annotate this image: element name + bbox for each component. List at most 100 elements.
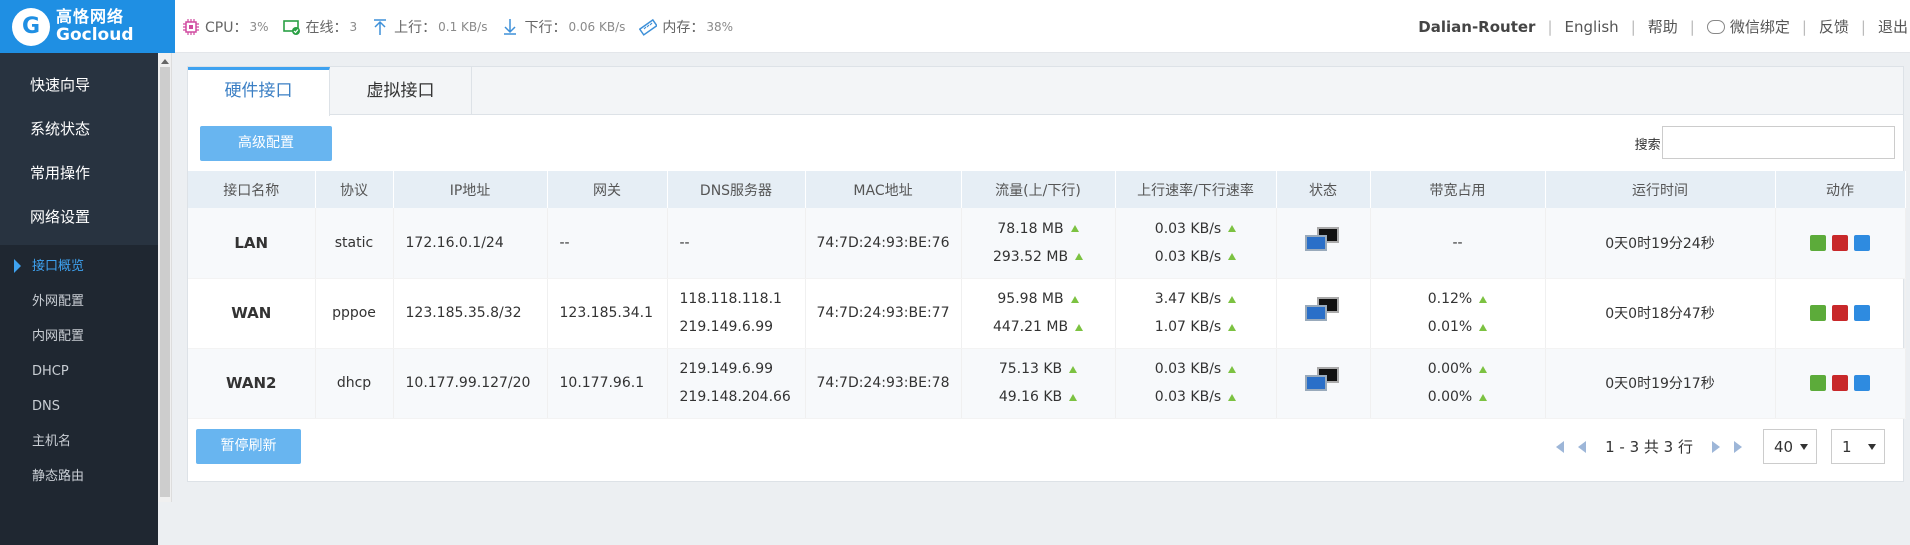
refresh-icon[interactable] (1810, 305, 1826, 321)
prev-page-icon[interactable] (1578, 440, 1587, 453)
mac-address: 74:7D:24:93:BE:77 (805, 278, 962, 349)
column-header[interactable]: 状态 (1276, 171, 1371, 208)
up-arrow-icon (1479, 295, 1488, 303)
search-input[interactable] (1662, 126, 1895, 159)
table-row[interactable]: WAN pppoe 123.185.35.8/32 123.185.34.1 1… (188, 278, 1906, 349)
bandwidth: -- (1370, 208, 1546, 279)
brand-name-en: Gocloud (56, 25, 134, 45)
advanced-config-button[interactable]: 高级配置 (200, 126, 332, 161)
table-row[interactable]: LAN static 172.16.0.1/24 -- -- 74:7D:24:… (188, 208, 1906, 279)
refresh-icon[interactable] (1810, 375, 1826, 391)
tab-virtual-interface[interactable]: 虚拟接口 (330, 67, 472, 115)
column-header[interactable]: 运行时间 (1545, 171, 1776, 208)
dns-primary: -- (679, 234, 690, 251)
sidebar-subitem-hostname[interactable]: 主机名 (0, 424, 158, 459)
bandwidth-up: 0.12% (1427, 291, 1473, 307)
uptime: 0天0时19分24秒 (1545, 208, 1776, 279)
dns-primary: 219.149.6.99 (679, 361, 774, 377)
up-arrow-icon (1070, 295, 1079, 303)
ip-address: 172.16.0.1/24 (393, 208, 548, 279)
sidebar-item-network-settings[interactable]: 网络设置 (0, 195, 158, 239)
sidebar-subitem-wan-config[interactable]: 外网配置 (0, 284, 158, 319)
traffic: 78.18 MB 293.52 MB (961, 208, 1116, 279)
next-page-icon[interactable] (1712, 440, 1720, 453)
column-header[interactable]: MAC地址 (805, 171, 962, 208)
column-header[interactable]: DNS服务器 (667, 171, 806, 208)
sidebar-item-system-status[interactable]: 系统状态 (0, 107, 158, 151)
memory-value: 38% (706, 19, 734, 34)
scroll-up-arrow-icon[interactable] (161, 59, 169, 64)
brand-name-cn: 高恪网络 (56, 7, 125, 26)
chevron-down-icon (1868, 443, 1876, 450)
help-link[interactable]: 帮助 (1648, 16, 1678, 37)
sidebar-subitem-interface-overview[interactable]: 接口概览 (0, 249, 158, 284)
stop-icon[interactable] (1832, 234, 1848, 251)
column-header[interactable]: IP地址 (393, 171, 548, 208)
edit-icon[interactable] (1854, 375, 1870, 391)
page-size-select[interactable]: 40 (1763, 429, 1817, 464)
column-header[interactable]: 流量(上/下行) (961, 171, 1116, 208)
sidebar-subitem-dns[interactable]: DNS (0, 389, 158, 424)
logout-link[interactable]: 退出 (1878, 16, 1908, 37)
main-panel: 硬件接口 虚拟接口 高级配置 搜索: 接口名称 协议 IP地址 网关 DNS服务… (187, 66, 1906, 482)
chevron-down-icon (1800, 443, 1808, 450)
rate-up: 0.03 KB/s (1154, 220, 1222, 237)
top-bar: 高恪网络 Gocloud CPU：3% 在线：3 上行：0.1 KB/s 下行：… (0, 0, 1910, 53)
language-link[interactable]: English (1565, 18, 1619, 36)
column-header[interactable]: 上行速率/下行速率 (1115, 171, 1277, 208)
edit-icon[interactable] (1854, 305, 1870, 321)
separator: | (1689, 17, 1695, 36)
online-value: 3 (349, 19, 358, 34)
up-arrow-icon (1479, 393, 1488, 401)
dns-servers: 219.149.6.99 219.148.204.66 (667, 348, 806, 419)
sidebar-item-quick-guide[interactable]: 快速向导 (0, 63, 158, 107)
first-page-icon[interactable] (1556, 440, 1565, 453)
pause-refresh-button[interactable]: 暂停刷新 (196, 429, 301, 464)
wechat-bind-link[interactable]: 微信绑定 (1706, 16, 1790, 37)
gateway: 10.177.96.1 (547, 348, 668, 419)
up-arrow-icon (1069, 365, 1078, 373)
upload-arrow-icon (374, 18, 387, 35)
sidebar-scrollbar[interactable] (158, 53, 172, 502)
tab-hardware-interface[interactable]: 硬件接口 (188, 67, 330, 116)
cpu-icon (183, 18, 199, 35)
table-header-row: 接口名称 协议 IP地址 网关 DNS服务器 MAC地址 流量(上/下行) 上行… (188, 171, 1906, 208)
network-monitor-icon (1305, 295, 1341, 327)
logo[interactable]: 高恪网络 Gocloud (0, 0, 175, 53)
sidebar-subitem-lan-config[interactable]: 内网配置 (0, 319, 158, 354)
sidebar-subitem-dhcp[interactable]: DHCP (0, 354, 158, 389)
actions (1775, 348, 1906, 419)
edit-icon[interactable] (1854, 234, 1870, 251)
column-header[interactable]: 接口名称 (188, 171, 316, 208)
router-name[interactable]: Dalian-Router (1418, 18, 1535, 36)
stop-icon[interactable] (1832, 305, 1848, 321)
page-number-select[interactable]: 1 (1831, 429, 1885, 464)
column-header[interactable]: 网关 (547, 171, 668, 208)
actions (1775, 278, 1906, 349)
stop-icon[interactable] (1832, 375, 1848, 391)
up-arrow-icon (1228, 295, 1237, 303)
traffic-up: 75.13 KB (998, 361, 1063, 377)
column-header[interactable]: 带宽占用 (1370, 171, 1546, 208)
tab-bar: 硬件接口 虚拟接口 (188, 67, 1903, 116)
interface-name: WAN2 (188, 348, 316, 419)
column-header[interactable]: 协议 (315, 171, 394, 208)
sidebar-subitem-static-route[interactable]: 静态路由 (0, 459, 158, 494)
scroll-thumb[interactable] (160, 67, 170, 497)
upload-label: 上行： (394, 19, 437, 36)
rate-up: 0.03 KB/s (1154, 361, 1222, 377)
sidebar-item-common-ops[interactable]: 常用操作 (0, 151, 158, 195)
rate-down: 0.03 KB/s (1154, 248, 1222, 265)
traffic: 95.98 MB 447.21 MB (961, 278, 1116, 349)
column-header[interactable]: 动作 (1775, 171, 1906, 208)
protocol: static (315, 208, 394, 279)
last-page-icon[interactable] (1734, 440, 1742, 453)
refresh-icon[interactable] (1810, 234, 1826, 251)
interface-name: WAN (188, 278, 316, 349)
cpu-label: CPU： (205, 19, 248, 36)
bandwidth-value: -- (1452, 234, 1463, 251)
table-row[interactable]: WAN2 dhcp 10.177.99.127/20 10.177.96.1 2… (188, 348, 1906, 419)
interface-table: 接口名称 协议 IP地址 网关 DNS服务器 MAC地址 流量(上/下行) 上行… (188, 171, 1906, 419)
feedback-link[interactable]: 反馈 (1819, 16, 1849, 37)
traffic-up: 78.18 MB (997, 220, 1064, 237)
